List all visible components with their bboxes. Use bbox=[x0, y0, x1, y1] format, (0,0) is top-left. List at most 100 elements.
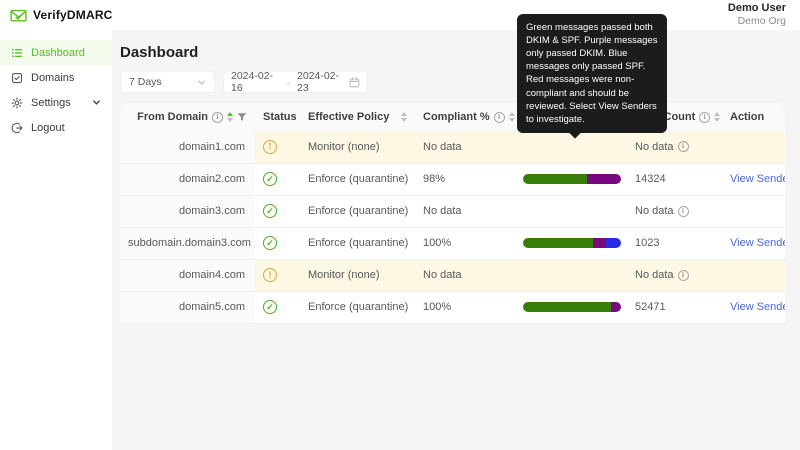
domain-cell: domain2.com bbox=[120, 163, 255, 195]
status-warning-icon: ! bbox=[263, 268, 277, 282]
main-content: Dashboard 7 Days 2024-02-16 → 2024-02-23 bbox=[112, 30, 800, 450]
sidebar-item-settings[interactable]: Settings bbox=[0, 90, 112, 115]
compliant-cell: No data bbox=[415, 131, 515, 163]
total-cell: 14324 bbox=[627, 163, 722, 195]
brand-logo: VerifyDMARC bbox=[10, 8, 113, 23]
compliant-cell: No data bbox=[415, 259, 515, 291]
action-cell: View Senders bbox=[722, 291, 785, 323]
info-icon[interactable] bbox=[212, 112, 223, 123]
sidebar-item-label: Logout bbox=[31, 122, 65, 134]
policy-cell: Enforce (quarantine) bbox=[300, 291, 415, 323]
sort-icon[interactable] bbox=[401, 112, 407, 122]
sidebar: Dashboard Domains Settings bbox=[0, 30, 112, 450]
action-cell bbox=[722, 131, 785, 163]
info-icon[interactable] bbox=[678, 141, 689, 152]
chevron-down-icon bbox=[92, 98, 101, 107]
sidebar-item-label: Settings bbox=[31, 97, 71, 109]
total-cell: No data bbox=[627, 259, 722, 291]
chart-cell bbox=[515, 227, 627, 259]
table-row: domain5.com ✓ Enforce (quarantine) 100% … bbox=[120, 291, 785, 323]
compliance-bar bbox=[523, 174, 621, 184]
date-range-select[interactable]: 7 Days bbox=[120, 71, 215, 93]
status-ok-icon: ✓ bbox=[263, 172, 277, 186]
compliant-cell: 100% bbox=[415, 291, 515, 323]
calendar-icon bbox=[349, 77, 360, 88]
column-header-effective-policy: Effective Policy bbox=[300, 103, 415, 131]
action-cell bbox=[722, 259, 785, 291]
top-header: VerifyDMARC Demo User Demo Org bbox=[0, 0, 800, 30]
column-header-from-domain: From Domain bbox=[120, 103, 255, 131]
table-row: domain4.com ! Monitor (none) No data No … bbox=[120, 259, 785, 291]
policy-cell: Enforce (quarantine) bbox=[300, 227, 415, 259]
date-range-picker[interactable]: 2024-02-16 → 2024-02-23 bbox=[223, 71, 368, 93]
compliance-bar bbox=[523, 238, 621, 248]
filter-funnel-icon[interactable] bbox=[237, 112, 247, 122]
total-cell: 1023 bbox=[627, 227, 722, 259]
compliant-cell: 100% bbox=[415, 227, 515, 259]
total-cell: No data bbox=[627, 195, 722, 227]
policy-cell: Enforce (quarantine) bbox=[300, 163, 415, 195]
page-title: Dashboard bbox=[120, 44, 785, 61]
view-senders-link[interactable]: View Senders bbox=[730, 301, 785, 313]
column-header-compliant-pct: Compliant % bbox=[415, 103, 515, 131]
view-senders-link[interactable]: View Senders bbox=[730, 237, 785, 249]
sort-icon[interactable] bbox=[227, 112, 233, 122]
info-icon[interactable] bbox=[494, 112, 505, 123]
compliance-chart-tooltip: Green messages passed both DKIM & SPF. P… bbox=[517, 14, 667, 133]
sidebar-item-domains[interactable]: Domains bbox=[0, 65, 112, 90]
info-icon[interactable] bbox=[699, 112, 710, 123]
policy-cell: Monitor (none) bbox=[300, 131, 415, 163]
policy-cell: Enforce (quarantine) bbox=[300, 195, 415, 227]
info-icon[interactable] bbox=[678, 206, 689, 217]
domain-cell: domain1.com bbox=[120, 131, 255, 163]
action-cell: View Senders bbox=[722, 163, 785, 195]
user-org: Demo Org bbox=[728, 15, 786, 28]
domain-cell: subdomain.domain3.com bbox=[120, 227, 255, 259]
table-row: domain2.com ✓ Enforce (quarantine) 98% 1… bbox=[120, 163, 785, 195]
column-header-action: Action bbox=[722, 103, 785, 131]
logout-icon bbox=[11, 122, 23, 134]
end-date-value[interactable]: 2024-02-23 bbox=[297, 70, 344, 94]
total-cell: 52471 bbox=[627, 291, 722, 323]
status-ok-icon: ✓ bbox=[263, 236, 277, 250]
sidebar-item-dashboard[interactable]: Dashboard bbox=[0, 40, 112, 65]
table-header-row: From Domain Status Effective Policy bbox=[120, 103, 785, 131]
info-icon[interactable] bbox=[678, 270, 689, 281]
domain-cell: domain5.com bbox=[120, 291, 255, 323]
action-cell: View Senders bbox=[722, 227, 785, 259]
chart-cell bbox=[515, 259, 627, 291]
gear-icon bbox=[11, 97, 23, 109]
domains-table: From Domain Status Effective Policy bbox=[120, 103, 785, 324]
status-ok-icon: ✓ bbox=[263, 204, 277, 218]
policy-cell: Monitor (none) bbox=[300, 259, 415, 291]
domain-cell: domain4.com bbox=[120, 259, 255, 291]
chart-cell bbox=[515, 163, 627, 195]
sort-icon[interactable] bbox=[509, 112, 515, 122]
chart-cell bbox=[515, 195, 627, 227]
domain-cell: domain3.com bbox=[120, 195, 255, 227]
user-name: Demo User bbox=[728, 2, 786, 16]
status-warning-icon: ! bbox=[263, 140, 277, 154]
dashboard-list-icon bbox=[11, 47, 23, 59]
chevron-down-icon bbox=[197, 78, 206, 87]
date-range-select-value: 7 Days bbox=[129, 76, 162, 88]
compliant-cell: 98% bbox=[415, 163, 515, 195]
view-senders-link[interactable]: View Senders bbox=[730, 173, 785, 185]
sidebar-item-label: Dashboard bbox=[31, 47, 85, 59]
compliant-cell: No data bbox=[415, 195, 515, 227]
start-date-value[interactable]: 2024-02-16 bbox=[231, 70, 278, 94]
sort-icon[interactable] bbox=[714, 112, 720, 122]
date-range-arrow: → bbox=[283, 77, 292, 87]
total-cell: No data bbox=[627, 131, 722, 163]
filter-row: 7 Days 2024-02-16 → 2024-02-23 bbox=[120, 71, 785, 93]
brand-name: VerifyDMARC bbox=[33, 8, 113, 22]
envelope-check-icon bbox=[10, 8, 27, 23]
sidebar-item-logout[interactable]: Logout bbox=[0, 115, 112, 140]
user-info: Demo User Demo Org bbox=[728, 2, 786, 29]
table-row: domain3.com ✓ Enforce (quarantine) No da… bbox=[120, 195, 785, 227]
compliance-bar bbox=[523, 302, 621, 312]
action-cell bbox=[722, 195, 785, 227]
check-square-icon bbox=[11, 72, 23, 84]
table-row: subdomain.domain3.com ✓ Enforce (quarant… bbox=[120, 227, 785, 259]
sidebar-item-label: Domains bbox=[31, 72, 74, 84]
